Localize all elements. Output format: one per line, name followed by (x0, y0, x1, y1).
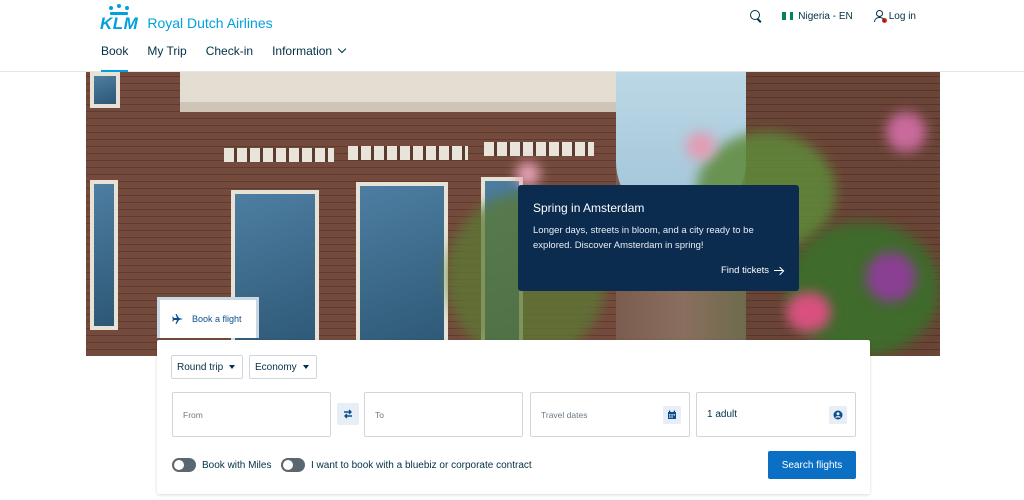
language-label: Nigeria - EN (798, 10, 853, 22)
cabin-class-value: Economy (255, 361, 297, 373)
nav-item-information[interactable]: Information (272, 44, 347, 71)
nav-item-label: My Trip (147, 44, 187, 58)
search-flights-label: Search flights (781, 459, 843, 471)
promo-text: Longer days, streets in bloom, and a cit… (533, 225, 754, 251)
tab-label: Book a flight (192, 314, 242, 324)
window (90, 72, 120, 108)
booking-panel: Round trip Economy From To Travel dates … (157, 340, 870, 494)
book-with-miles-label: Book with Miles (202, 459, 272, 471)
login-button[interactable]: Log in (873, 10, 916, 23)
swap-airports-button[interactable] (337, 403, 359, 425)
from-placeholder: From (183, 409, 203, 420)
nav-item-label: Book (101, 44, 129, 58)
blossom (866, 252, 916, 302)
passengers-field[interactable]: 1 adult (696, 392, 856, 437)
nav-item-my-trip[interactable]: My Trip (147, 44, 186, 71)
nav-item-label: Check-in (205, 44, 254, 58)
blossom (686, 132, 716, 160)
crown-icon (108, 4, 130, 16)
passenger-icon (829, 406, 847, 424)
chevron-down-icon (337, 44, 347, 54)
travel-dates-field[interactable]: Travel dates (530, 392, 690, 437)
klm-logo[interactable]: KLM Royal Dutch Airlines (100, 4, 273, 33)
building-ledge (180, 102, 616, 112)
site-header: KLM Royal Dutch Airlines Book My Trip Ch… (0, 0, 1024, 73)
main-nav: Book My Trip Check-in Information (101, 44, 347, 73)
foliage (786, 222, 940, 356)
logo-airline-name: Royal Dutch Airlines (147, 15, 273, 31)
blossom (886, 112, 926, 152)
caret-down-icon (302, 365, 309, 369)
swap-icon (344, 409, 352, 419)
blossom (786, 292, 831, 332)
arrow-right-icon (774, 267, 783, 275)
window (90, 180, 118, 330)
to-placeholder: To (375, 409, 384, 420)
login-label: Log in (888, 10, 916, 22)
promo-title: Spring in Amsterdam (533, 201, 645, 215)
cabin-class-select[interactable]: Economy (249, 355, 317, 379)
corporate-toggle-row: I want to book with a bluebiz or corpora… (281, 458, 532, 472)
language-selector[interactable]: Nigeria - EN (782, 10, 853, 22)
find-tickets-link[interactable]: Find tickets (721, 265, 783, 276)
window-arch (224, 148, 334, 162)
from-field[interactable]: From (172, 392, 331, 437)
nav-item-check-in[interactable]: Check-in (206, 44, 253, 71)
book-with-miles-toggle[interactable] (172, 458, 196, 472)
tab-book-a-flight[interactable]: Book a flight (157, 297, 259, 338)
trip-type-value: Round trip (177, 361, 224, 373)
corporate-contract-toggle[interactable] (281, 458, 305, 472)
window-arch (348, 146, 468, 160)
caret-down-icon (229, 365, 236, 369)
passengers-value: 1 adult (707, 409, 738, 420)
nigeria-flag-icon (782, 12, 794, 20)
calendar-icon (663, 406, 681, 424)
promo-card: Spring in Amsterdam Longer days, streets… (518, 185, 799, 291)
corporate-contract-label: I want to book with a bluebiz or corpora… (311, 459, 532, 471)
plane-icon (172, 313, 184, 325)
crown-logo-mark: KLM (100, 4, 139, 33)
trip-type-select[interactable]: Round trip (171, 355, 244, 379)
search-icon[interactable] (750, 10, 762, 22)
nav-item-label: Information (272, 44, 333, 58)
to-field[interactable]: To (364, 392, 523, 437)
user-icon (873, 10, 887, 23)
miles-toggle-row: Book with Miles (172, 458, 271, 472)
window-arch (484, 142, 594, 156)
blossom (516, 162, 540, 186)
nav-item-book[interactable]: Book (101, 44, 129, 73)
search-flights-button[interactable]: Search flights (768, 451, 856, 479)
find-tickets-label: Find tickets (720, 265, 769, 276)
header-utilities: Nigeria - EN Log in (750, 10, 916, 23)
window (356, 182, 448, 356)
travel-dates-placeholder: Travel dates (541, 409, 588, 420)
logo-klm-text: KLM (100, 14, 139, 33)
